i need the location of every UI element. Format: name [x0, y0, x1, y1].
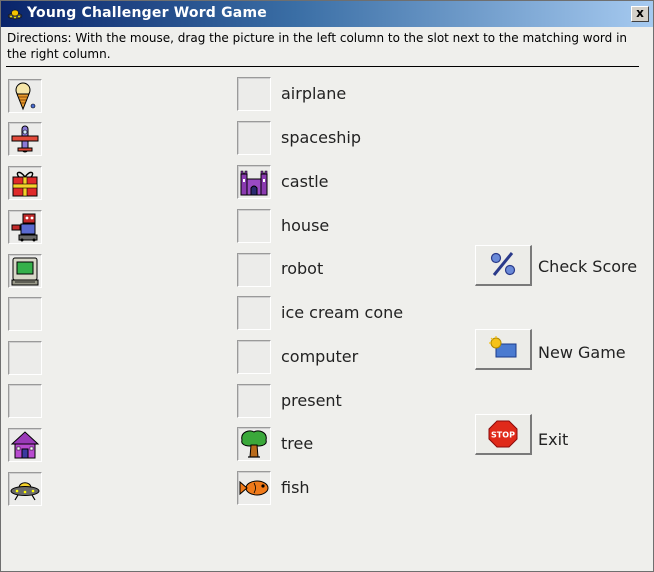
word-slot-spaceship[interactable]: [237, 121, 271, 155]
picture-slot-empty[interactable]: [8, 297, 42, 331]
word-slot-castle[interactable]: [237, 165, 271, 199]
ice-cream-cone-icon[interactable]: [9, 80, 41, 112]
directions-text: Directions: With the mouse, drag the pic…: [7, 31, 628, 61]
picture-slot-empty[interactable]: [8, 384, 42, 418]
present-icon[interactable]: [9, 167, 41, 199]
divider: [6, 66, 639, 67]
percent-icon: [490, 252, 516, 276]
picture-slot[interactable]: [8, 428, 42, 462]
picture-slot-empty[interactable]: [8, 341, 42, 375]
word-slot-robot[interactable]: [237, 253, 271, 287]
picture-slot[interactable]: [8, 254, 42, 288]
word-label: airplane: [281, 84, 347, 103]
word-label: robot: [281, 259, 324, 278]
stop-sign-icon: STOP: [488, 420, 518, 448]
app-icon: [7, 9, 23, 20]
picture-slot[interactable]: [8, 472, 42, 506]
word-label: ice cream cone: [281, 303, 404, 322]
word-slot-present[interactable]: [237, 384, 271, 418]
airplane-icon[interactable]: [9, 123, 41, 155]
svg-text:STOP: STOP: [491, 431, 515, 440]
word-label: fish: [281, 478, 310, 497]
app-window: Young Challenger Word Game x Directions:…: [0, 0, 654, 572]
close-button[interactable]: x: [631, 6, 649, 22]
robot-icon[interactable]: [9, 211, 41, 243]
exit-label[interactable]: Exit: [538, 430, 568, 449]
word-slot-fish[interactable]: [237, 471, 271, 505]
tree-icon[interactable]: [238, 428, 270, 460]
word-label: present: [281, 391, 342, 410]
spaceship-icon[interactable]: [9, 473, 41, 505]
word-label: house: [281, 216, 330, 235]
word-slot-computer[interactable]: [237, 340, 271, 374]
word-label: spaceship: [281, 128, 362, 147]
word-slot-house[interactable]: [237, 209, 271, 243]
picture-slot[interactable]: [8, 210, 42, 244]
picture-slot[interactable]: [8, 79, 42, 113]
new-game-label[interactable]: New Game: [538, 343, 626, 362]
close-icon: x: [636, 6, 644, 20]
window-title: Young Challenger Word Game: [27, 5, 267, 21]
word-label: tree: [281, 434, 314, 453]
word-label: castle: [281, 172, 329, 191]
castle-icon[interactable]: [238, 166, 270, 198]
new-game-icon: [489, 336, 517, 358]
title-bar[interactable]: Young Challenger Word Game x: [1, 1, 653, 27]
word-slot-airplane[interactable]: [237, 77, 271, 111]
word-slot-tree[interactable]: [237, 427, 271, 461]
house-icon[interactable]: [9, 429, 41, 461]
word-label: computer: [281, 347, 359, 366]
picture-slot[interactable]: [8, 122, 42, 156]
picture-slot[interactable]: [8, 166, 42, 200]
computer-icon[interactable]: [9, 255, 41, 287]
fish-icon[interactable]: [238, 472, 270, 504]
word-slot-ice-cream-cone[interactable]: [237, 296, 271, 330]
exit-button[interactable]: STOP: [475, 414, 532, 455]
check-score-label[interactable]: Check Score: [538, 257, 637, 276]
new-game-button[interactable]: [475, 329, 532, 370]
check-score-button[interactable]: [475, 245, 532, 286]
